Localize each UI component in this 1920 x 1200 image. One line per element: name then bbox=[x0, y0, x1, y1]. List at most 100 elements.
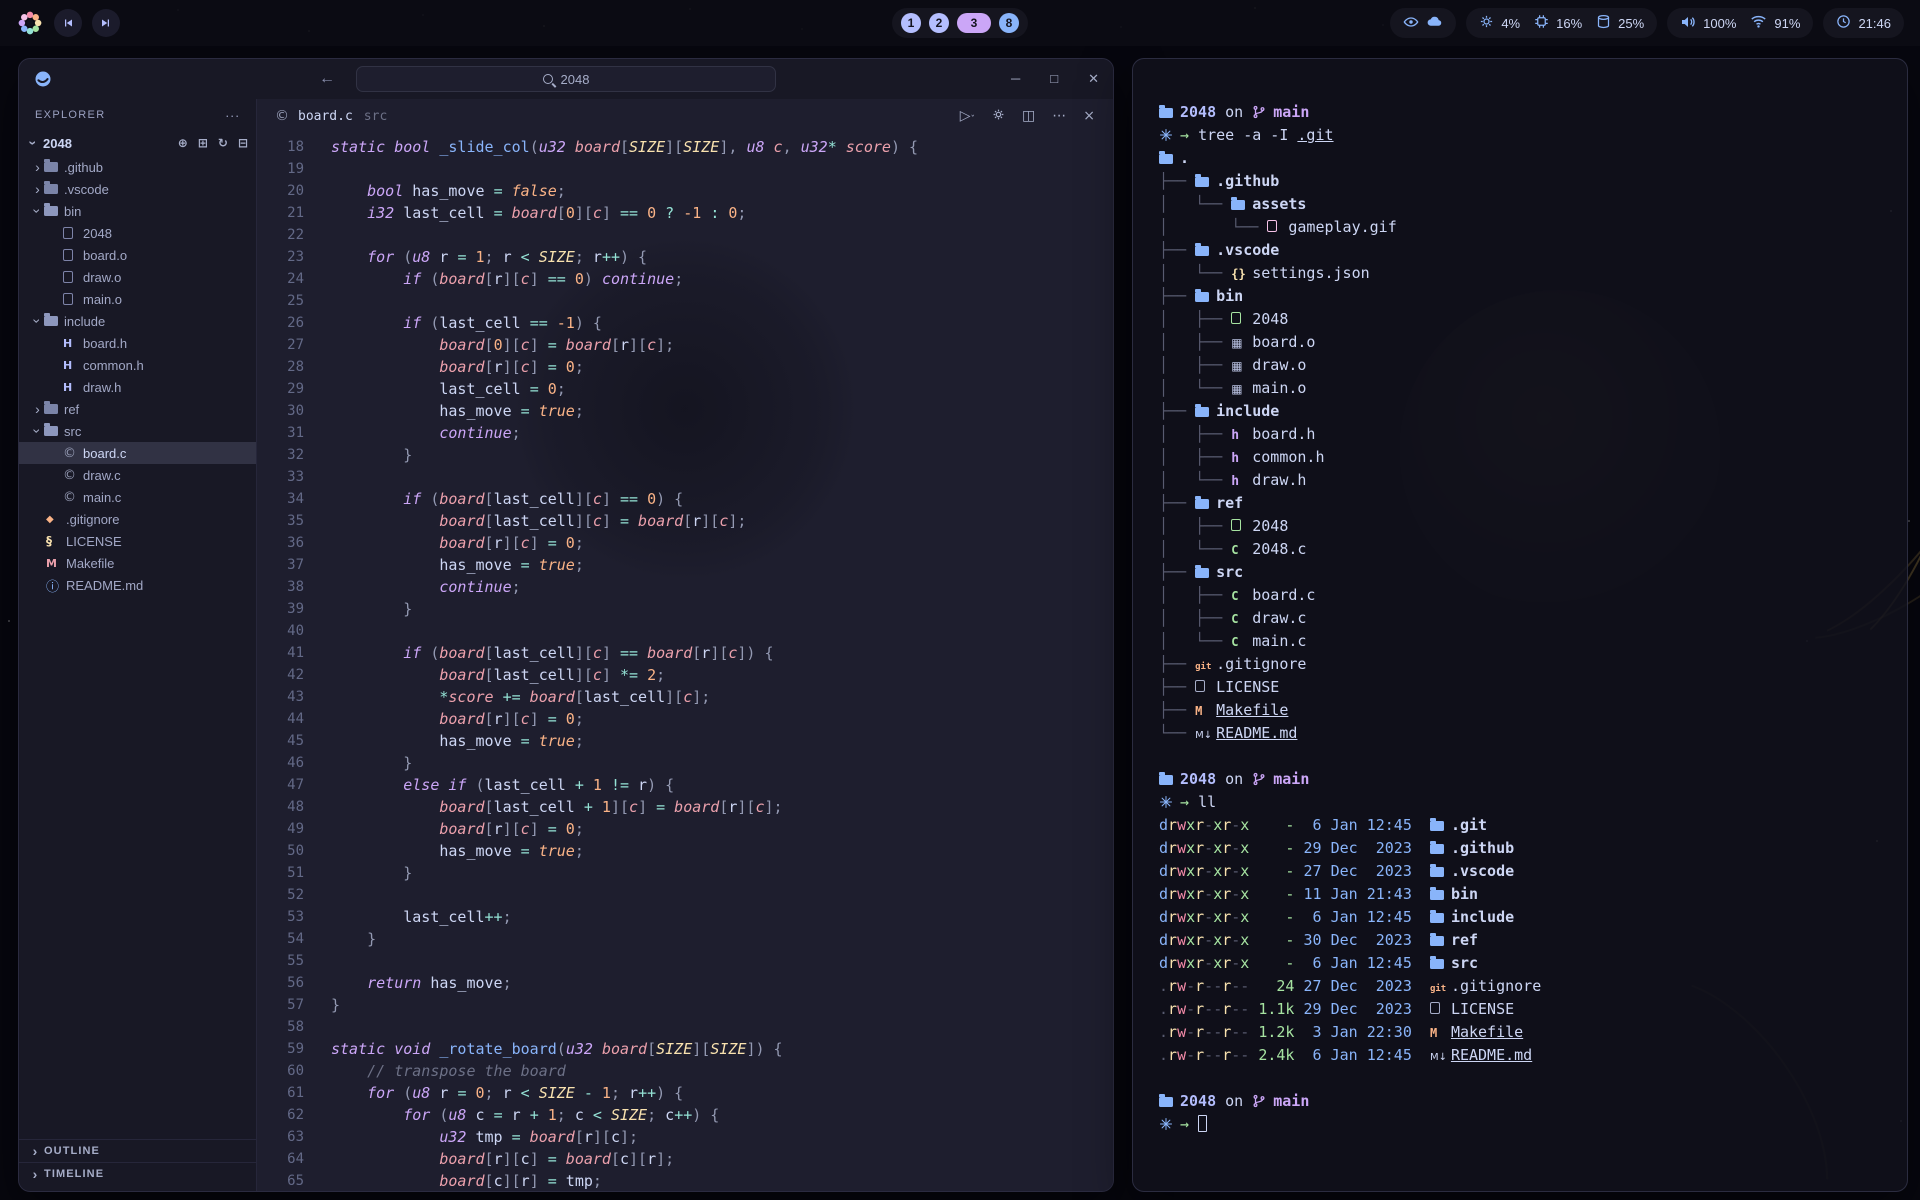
code-line[interactable]: 54 } bbox=[257, 928, 1113, 950]
terminal-window[interactable]: 2048 on main→ tree -a -I .git.├── .githu… bbox=[1132, 58, 1908, 1192]
editor-close-icon[interactable]: × bbox=[1083, 108, 1095, 124]
weather-widget[interactable] bbox=[1390, 8, 1456, 38]
maximize-button[interactable]: □ bbox=[1050, 71, 1058, 87]
more-actions-icon[interactable]: ⋯ bbox=[1052, 108, 1066, 124]
tree-item-board.h[interactable]: Hboard.h bbox=[19, 332, 256, 354]
audio-network-widget[interactable]: 100% 91% bbox=[1667, 8, 1813, 38]
workspace-1[interactable]: 1 bbox=[901, 13, 921, 33]
media-next-button[interactable] bbox=[92, 9, 120, 37]
new-file-icon[interactable]: ⊕ bbox=[178, 136, 188, 150]
tree-item-LICENSE[interactable]: §LICENSE bbox=[19, 530, 256, 552]
tree-item-.github[interactable]: ›.github bbox=[19, 156, 256, 178]
code-line[interactable]: 21 i32 last_cell = board[0][c] == 0 ? -1… bbox=[257, 202, 1113, 224]
code-line[interactable]: 58 bbox=[257, 1016, 1113, 1038]
code-line[interactable]: 22 bbox=[257, 224, 1113, 246]
code-line[interactable]: 65 board[c][r] = tmp; bbox=[257, 1170, 1113, 1191]
clock-widget[interactable]: 21:46 bbox=[1823, 8, 1904, 38]
tree-item-.gitignore[interactable]: ◆.gitignore bbox=[19, 508, 256, 530]
code-line[interactable]: 47 else if (last_cell + 1 != r) { bbox=[257, 774, 1113, 796]
refresh-icon[interactable]: ↻ bbox=[218, 136, 228, 150]
code-line[interactable]: 33 bbox=[257, 466, 1113, 488]
code-line[interactable]: 28 board[r][c] = 0; bbox=[257, 356, 1113, 378]
code-line[interactable]: 63 u32 tmp = board[r][c]; bbox=[257, 1126, 1113, 1148]
tree-item-common.h[interactable]: Hcommon.h bbox=[19, 354, 256, 376]
tree-item-ref[interactable]: ›ref bbox=[19, 398, 256, 420]
code-line[interactable]: 57} bbox=[257, 994, 1113, 1016]
workspace-3[interactable]: 3 bbox=[957, 13, 991, 33]
code-line[interactable]: 49 board[r][c] = 0; bbox=[257, 818, 1113, 840]
timeline-panel[interactable]: › TIMELINE bbox=[19, 1162, 256, 1185]
settings-logo-icon[interactable] bbox=[16, 9, 44, 37]
code-line[interactable]: 18static bool _slide_col(u32 board[SIZE]… bbox=[257, 136, 1113, 158]
code-line[interactable]: 19 bbox=[257, 158, 1113, 180]
code-line[interactable]: 46 } bbox=[257, 752, 1113, 774]
tree-item-bin[interactable]: ›bin bbox=[19, 200, 256, 222]
workspace-2[interactable]: 2 bbox=[929, 13, 949, 33]
run-button[interactable]: ▷ˇ bbox=[960, 108, 975, 125]
tree-item-board.c[interactable]: ©board.c bbox=[19, 442, 256, 464]
code-line[interactable]: 50 has_move = true; bbox=[257, 840, 1113, 862]
titlebar-search[interactable]: 2048 bbox=[356, 66, 776, 92]
tree-item-2048[interactable]: 2048 bbox=[19, 222, 256, 244]
code-line[interactable]: 39 } bbox=[257, 598, 1113, 620]
media-prev-button[interactable] bbox=[54, 9, 82, 37]
code-line[interactable]: 37 has_move = true; bbox=[257, 554, 1113, 576]
tree-item-draw.c[interactable]: ©draw.c bbox=[19, 464, 256, 486]
breadcrumb-file[interactable]: board.c bbox=[298, 109, 353, 124]
collapse-all-icon[interactable]: ⊟ bbox=[238, 136, 248, 150]
code-line[interactable]: 44 board[r][c] = 0; bbox=[257, 708, 1113, 730]
outline-panel[interactable]: › OUTLINE bbox=[19, 1139, 256, 1162]
code-line[interactable]: 34 if (board[last_cell][c] == 0) { bbox=[257, 488, 1113, 510]
new-folder-icon[interactable]: ⊞ bbox=[198, 136, 208, 150]
code-line[interactable]: 60 // transpose the board bbox=[257, 1060, 1113, 1082]
settings-gear-icon[interactable] bbox=[992, 108, 1005, 125]
code-line[interactable]: 20 bool has_move = false; bbox=[257, 180, 1113, 202]
terminal-content[interactable]: 2048 on main→ tree -a -I .git.├── .githu… bbox=[1133, 59, 1907, 1156]
code-line[interactable]: 23 for (u8 r = 1; r < SIZE; r++) { bbox=[257, 246, 1113, 268]
code-line[interactable]: 26 if (last_cell == -1) { bbox=[257, 312, 1113, 334]
code-line[interactable]: 64 board[r][c] = board[c][r]; bbox=[257, 1148, 1113, 1170]
vscode-titlebar[interactable]: ← → 2048 ─ □ ✕ bbox=[19, 59, 1113, 99]
tree-item-draw.o[interactable]: draw.o bbox=[19, 266, 256, 288]
code-line[interactable]: 32 } bbox=[257, 444, 1113, 466]
tree-item-.vscode[interactable]: ›.vscode bbox=[19, 178, 256, 200]
code-line[interactable]: 38 continue; bbox=[257, 576, 1113, 598]
code-line[interactable]: 55 bbox=[257, 950, 1113, 972]
close-button[interactable]: ✕ bbox=[1088, 71, 1099, 87]
minimize-button[interactable]: ─ bbox=[1011, 71, 1020, 87]
tree-item-src[interactable]: ›src bbox=[19, 420, 256, 442]
tree-item-draw.h[interactable]: Hdraw.h bbox=[19, 376, 256, 398]
code-line[interactable]: 43 *score += board[last_cell][c]; bbox=[257, 686, 1113, 708]
code-line[interactable]: 59static void _rotate_board(u32 board[SI… bbox=[257, 1038, 1113, 1060]
explorer-more-icon[interactable]: ··· bbox=[225, 108, 240, 123]
code-line[interactable]: 27 board[0][c] = board[r][c]; bbox=[257, 334, 1113, 356]
code-line[interactable]: 56 return has_move; bbox=[257, 972, 1113, 994]
code-area[interactable]: 18static bool _slide_col(u32 board[SIZE]… bbox=[257, 133, 1113, 1191]
code-line[interactable]: 36 board[r][c] = 0; bbox=[257, 532, 1113, 554]
code-line[interactable]: 52 bbox=[257, 884, 1113, 906]
tree-item-README.md[interactable]: ⓘREADME.md bbox=[19, 574, 256, 596]
split-editor-icon[interactable]: ◫ bbox=[1022, 108, 1035, 124]
code-line[interactable]: 25 bbox=[257, 290, 1113, 312]
code-line[interactable]: 29 last_cell = 0; bbox=[257, 378, 1113, 400]
code-line[interactable]: 48 board[last_cell + 1][c] = board[r][c]… bbox=[257, 796, 1113, 818]
code-line[interactable]: 30 has_move = true; bbox=[257, 400, 1113, 422]
code-line[interactable]: 24 if (board[r][c] == 0) continue; bbox=[257, 268, 1113, 290]
system-stats-widget[interactable]: 4% 16% 25% bbox=[1466, 8, 1657, 38]
code-line[interactable]: 51 } bbox=[257, 862, 1113, 884]
nav-back-button[interactable]: ← bbox=[319, 70, 335, 88]
code-line[interactable]: 35 board[last_cell][c] = board[r][c]; bbox=[257, 510, 1113, 532]
breadcrumb-path[interactable]: src bbox=[364, 109, 387, 124]
code-line[interactable]: 41 if (board[last_cell][c] == board[r][c… bbox=[257, 642, 1113, 664]
code-line[interactable]: 31 continue; bbox=[257, 422, 1113, 444]
workspace-8[interactable]: 8 bbox=[999, 13, 1019, 33]
code-line[interactable]: 42 board[last_cell][c] *= 2; bbox=[257, 664, 1113, 686]
tree-item-include[interactable]: ›include bbox=[19, 310, 256, 332]
project-root-row[interactable]: › 2048 ⊕ ⊞ ↻ ⊟ bbox=[19, 131, 256, 155]
tree-item-main.c[interactable]: ©main.c bbox=[19, 486, 256, 508]
code-line[interactable]: 45 has_move = true; bbox=[257, 730, 1113, 752]
code-line[interactable]: 61 for (u8 r = 0; r < SIZE - 1; r++) { bbox=[257, 1082, 1113, 1104]
code-line[interactable]: 40 bbox=[257, 620, 1113, 642]
tree-item-Makefile[interactable]: MMakefile bbox=[19, 552, 256, 574]
tree-item-board.o[interactable]: board.o bbox=[19, 244, 256, 266]
